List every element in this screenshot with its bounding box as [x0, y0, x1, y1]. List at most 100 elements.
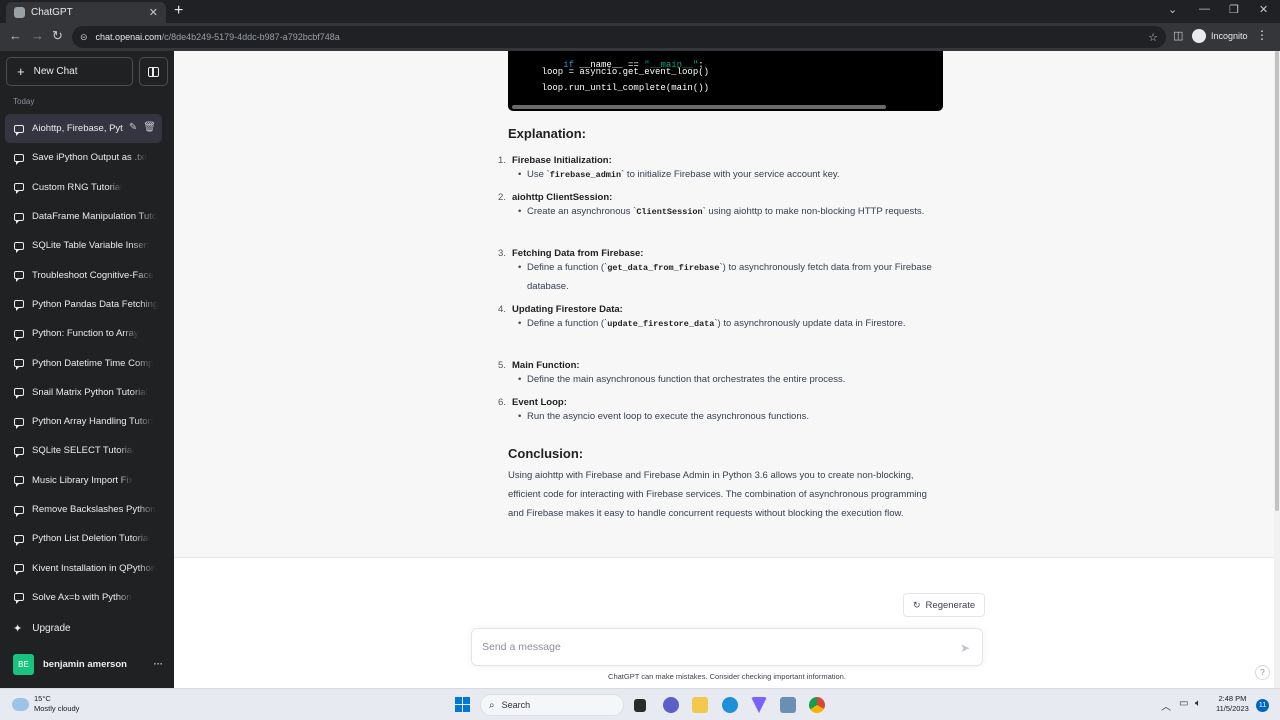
sidebar-chat-item[interactable]: SQLite SELECT Tutorial	[5, 436, 162, 465]
sidebar: + New Chat Today Aiohttp, Firebase, Pyt ✎…	[0, 51, 174, 688]
sidebar-chat-item[interactable]: Python List Deletion Tutorial	[5, 524, 162, 553]
task-view-icon[interactable]	[634, 699, 646, 712]
chat-item-label: Solve Ax=b with Python	[32, 591, 132, 603]
upgrade-button[interactable]: ✦ Upgrade	[13, 622, 71, 635]
scrollbar-thumb[interactable]	[1275, 51, 1279, 511]
sidebar-chat-item[interactable]: Music Library Import Fix	[5, 466, 162, 495]
step-bullet: • Define a function (`update_firestore_da…	[518, 315, 938, 334]
bullet-text: Define the main asynchronous function th…	[527, 374, 846, 385]
browser-menu-icon[interactable]: ⋮	[1256, 28, 1268, 42]
bullet-text-pre: Create an asynchronous `	[527, 206, 637, 217]
sidebar-chat-item[interactable]: Solve Ax=b with Python	[5, 583, 162, 612]
sidebar-chat-item[interactable]: Aiohttp, Firebase, Pyt ✎ 🗑︎	[5, 114, 162, 144]
edit-icon[interactable]: ✎	[129, 122, 137, 133]
edge-icon[interactable]	[722, 697, 738, 713]
site-info-icon[interactable]: ⊝	[80, 32, 88, 43]
address-bar[interactable]: ⊝ chat.openai.com/c/8de4b249-5179-4ddc-b…	[72, 26, 1166, 48]
close-sidebar-button[interactable]	[139, 57, 168, 86]
sidebar-chat-item[interactable]: Remove Backslashes Python	[5, 495, 162, 524]
tab-close-icon[interactable]: ✕	[149, 6, 158, 19]
chat-item-label: Python: Function to Array	[32, 328, 139, 340]
app-icon[interactable]	[780, 697, 796, 713]
chat-bubble-icon	[14, 124, 24, 136]
user-menu[interactable]: BE benjamin amerson ···	[13, 654, 163, 675]
network-icon[interactable]: ▭	[1179, 698, 1188, 709]
back-icon[interactable]: ←	[9, 28, 22, 44]
sidebar-chat-item[interactable]: Python Datetime Time Comp	[5, 348, 162, 377]
new-chat-label: New Chat	[33, 66, 78, 77]
sidebar-chat-item[interactable]: Python: Function to Array	[5, 319, 162, 348]
reload-icon[interactable]: ↻	[52, 28, 63, 44]
start-icon[interactable]	[455, 697, 470, 712]
chat-bubble-icon	[14, 593, 24, 605]
bullet-text-post: ` to initialize Firebase with your servi…	[621, 169, 840, 180]
conclusion-paragraph: Using aiohttp with Firebase and Firebase…	[508, 470, 927, 519]
tab-search-chevron-icon[interactable]: ⌄	[1168, 3, 1177, 16]
step-bullet: • Run the asyncio event loop to execute t…	[518, 408, 938, 427]
chrome-icon[interactable]	[809, 697, 825, 713]
sidebar-chat-item[interactable]: Save iPython Output as .txt	[5, 143, 162, 172]
explanation-heading: Explanation:	[508, 126, 587, 141]
side-panel-icon[interactable]: ◫	[1173, 28, 1183, 44]
bullet-text: Define a function (`get_data_from_fireba…	[527, 259, 938, 297]
weather-cloud-icon	[10, 694, 29, 711]
volume-icon[interactable]: 🔈︎	[1195, 698, 1201, 709]
regenerate-label: Regenerate	[925, 599, 976, 611]
chat-bubble-icon	[14, 329, 24, 341]
maximize-icon[interactable]: ❐	[1229, 3, 1239, 16]
app-icon[interactable]	[751, 697, 767, 713]
sidebar-chat-item[interactable]: Python Pandas Data Fetching	[5, 290, 162, 319]
sidebar-chat-item[interactable]: SQLite Table Variable Insert	[5, 231, 162, 260]
file-explorer-icon[interactable]	[692, 697, 708, 713]
code-block: if __name__ == "__main__": loop = asynci…	[508, 51, 943, 111]
sidebar-chat-item[interactable]: Custom RNG Tutorial	[5, 173, 162, 202]
sidebar-chat-item[interactable]: Troubleshoot Cognitive-Face	[5, 260, 162, 289]
chat-bubble-icon	[14, 476, 24, 488]
sidebar-chat-item[interactable]: Kivent Installation in QPython	[5, 553, 162, 582]
new-chat-button[interactable]: + New Chat	[6, 57, 133, 86]
incognito-profile[interactable]: Incognito	[1192, 29, 1248, 43]
chat-item-label: Custom RNG Tutorial	[32, 181, 123, 193]
chat-bubble-icon	[14, 359, 24, 371]
step-title: Fetching Data from Firebase:	[512, 248, 644, 259]
inline-code: update_firestore_data	[607, 319, 715, 329]
chat-item-label: Python Array Handling Tutori	[32, 416, 153, 428]
window-close-icon[interactable]: ✕	[1259, 3, 1268, 16]
tray-chevron-icon[interactable]: ︿	[1161, 698, 1171, 713]
chat-bubble-icon	[14, 388, 24, 400]
sidebar-chat-item[interactable]: Snail Matrix Python Tutorial	[5, 378, 162, 407]
notification-badge[interactable]: 11	[1256, 699, 1269, 712]
regenerate-button[interactable]: ↻ Regenerate	[903, 593, 986, 617]
more-options-icon[interactable]: ···	[154, 659, 164, 670]
clock-date: 11/5/2023	[1216, 704, 1249, 713]
sidebar-chat-item[interactable]: Python Array Handling Tutori	[5, 407, 162, 436]
main-scrollbar[interactable]	[1274, 51, 1280, 688]
explanation-step: 2. aiohttp ClientSession:	[498, 192, 612, 203]
weather-widget[interactable]: 15°C Mostly cloudy	[10, 694, 80, 714]
sidebar-chat-item[interactable]: DataFrame Manipulation Tuto	[5, 202, 162, 231]
explanation-step: 5. Main Function:	[498, 360, 580, 371]
plus-icon: +	[17, 64, 25, 79]
browser-tab[interactable]: ChatGPT ✕	[6, 2, 166, 23]
step-number: 3.	[498, 248, 506, 259]
code-line: loop.run_until_complete(main())	[520, 83, 710, 93]
new-tab-button[interactable]: +	[174, 2, 183, 20]
code-horizontal-scrollbar[interactable]	[512, 105, 886, 109]
chat-bubble-icon	[14, 534, 24, 546]
trash-icon[interactable]: 🗑︎	[143, 122, 156, 133]
bullet-text-pre: Use `	[527, 169, 550, 180]
chat-app-icon[interactable]	[663, 697, 679, 713]
message-input[interactable]	[482, 641, 942, 653]
incognito-icon	[1192, 29, 1206, 43]
send-icon[interactable]: ➤	[960, 641, 970, 655]
chat-item-label: Save iPython Output as .txt	[32, 152, 148, 164]
code-line: loop = asyncio.get_event_loop()	[520, 67, 710, 77]
taskbar-search[interactable]: ⌕ Search	[480, 694, 624, 716]
bullet-text: Use `firebase_admin` to initialize Fireb…	[527, 166, 938, 185]
minimize-icon[interactable]: —	[1199, 3, 1210, 15]
help-button[interactable]: ?	[1255, 665, 1270, 680]
bookmark-star-icon[interactable]: ☆	[1148, 31, 1158, 44]
clock[interactable]: 2:48 PM 11/5/2023	[1216, 694, 1249, 714]
weather-condition: Mostly cloudy	[34, 704, 80, 713]
forward-icon[interactable]: →	[31, 28, 44, 44]
